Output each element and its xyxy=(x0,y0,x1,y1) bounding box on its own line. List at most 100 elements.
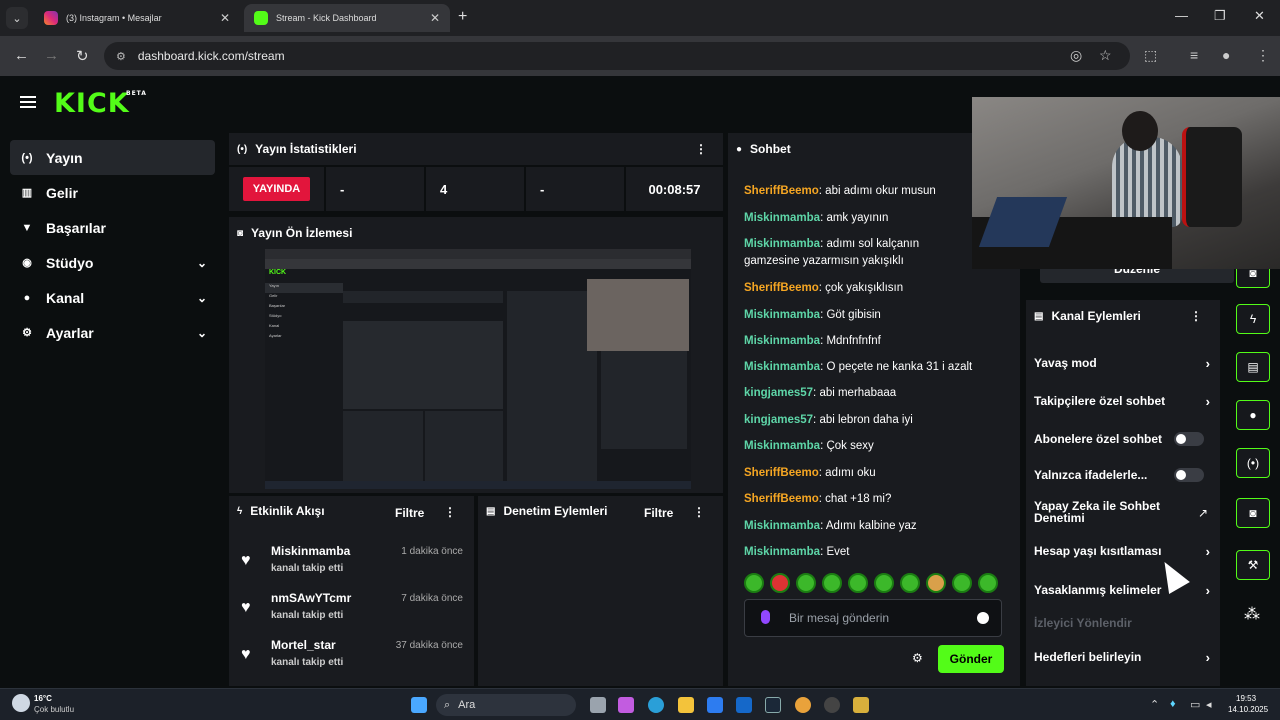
rail-button-3[interactable]: ▤ xyxy=(1236,352,1270,382)
chat-input[interactable]: Bir mesaj gönderin xyxy=(744,599,1002,637)
emote-icon[interactable] xyxy=(796,573,816,593)
more-options-icon[interactable]: ⋮ xyxy=(695,142,707,156)
forward-icon[interactable]: → xyxy=(44,47,59,64)
emote-icon[interactable] xyxy=(900,573,920,593)
emote-icon[interactable] xyxy=(848,573,868,593)
chat-username[interactable]: kingjames57 xyxy=(744,387,813,399)
outlook-icon[interactable] xyxy=(736,697,752,713)
chat-username[interactable]: SheriffBeemo xyxy=(744,493,819,505)
chrome-icon[interactable] xyxy=(795,697,811,713)
star-icon[interactable]: ☆ xyxy=(1099,47,1112,64)
volume-icon[interactable]: ◂ xyxy=(1206,698,1212,711)
chat-username[interactable]: SheriffBeemo xyxy=(744,185,819,197)
sidebar-item-basarilar[interactable]: ▼ Başarılar xyxy=(10,210,215,245)
taskbar-search[interactable]: ⌕ Ara xyxy=(436,694,576,716)
action-set-goals[interactable]: Hedefleri belirleyin › xyxy=(1034,650,1210,665)
emote-icon[interactable] xyxy=(822,573,842,593)
chat-username[interactable]: Miskinmamba xyxy=(744,238,820,250)
chat-username[interactable]: Miskinmamba xyxy=(744,361,820,373)
sidebar-item-kanal[interactable]: ● Kanal ⌄ xyxy=(10,280,215,315)
chat-username[interactable]: SheriffBeemo xyxy=(744,467,819,479)
event-user[interactable]: Miskinmamba xyxy=(271,544,350,558)
chat-username[interactable]: Miskinmamba xyxy=(744,546,820,558)
site-info-icon[interactable]: ⚙ xyxy=(116,50,126,63)
back-icon[interactable]: ← xyxy=(14,47,29,64)
url-field[interactable]: ⚙ dashboard.kick.com/stream xyxy=(104,42,1130,70)
emote-icon[interactable] xyxy=(770,573,790,593)
weather-desc[interactable]: Çok bulutlu xyxy=(34,705,74,714)
eye-off-icon[interactable]: ◎ xyxy=(1070,47,1082,64)
microphone-icon[interactable] xyxy=(761,610,770,624)
layout-icon[interactable]: ⁂ xyxy=(1244,604,1260,624)
sidebar-item-studyo[interactable]: ◉ Stüdyo ⌄ xyxy=(10,245,215,280)
sidebar-item-yayin[interactable]: (•) Yayın xyxy=(10,140,215,175)
chat-username[interactable]: Miskinmamba xyxy=(744,212,820,224)
external-link-icon[interactable]: ↗ xyxy=(1198,506,1208,520)
emote-icon[interactable] xyxy=(952,573,972,593)
close-icon[interactable]: ✕ xyxy=(220,11,230,25)
clock-time[interactable]: 19:53 xyxy=(1236,694,1256,703)
file-explorer-icon[interactable] xyxy=(678,697,694,713)
emote-icon[interactable] xyxy=(744,573,764,593)
window-close-icon[interactable]: ✕ xyxy=(1254,8,1265,24)
subscribers-only-toggle[interactable] xyxy=(1174,432,1204,446)
media-icon[interactable]: ≡ xyxy=(1190,47,1198,63)
steam-icon[interactable] xyxy=(765,697,781,713)
chat-username[interactable]: kingjames57 xyxy=(744,414,813,426)
sidebar-item-ayarlar[interactable]: ⚙ Ayarlar ⌄ xyxy=(10,315,215,350)
more-options-icon[interactable]: ⋮ xyxy=(1190,309,1202,323)
tab-instagram[interactable]: (3) Instagram • Mesajlar ✕ xyxy=(34,4,240,32)
sidebar-item-gelir[interactable]: ▥ Gelir xyxy=(10,175,215,210)
menu-icon[interactable]: ⋮ xyxy=(1256,47,1270,64)
emote-icon[interactable] xyxy=(874,573,894,593)
close-icon[interactable]: ✕ xyxy=(430,11,440,25)
emote-icon[interactable] xyxy=(978,573,998,593)
weather-temp[interactable]: 16°C xyxy=(34,694,52,703)
chevron-up-icon[interactable]: ⌃ xyxy=(1150,698,1159,711)
emotes-only-toggle[interactable] xyxy=(1174,468,1204,482)
copilot-icon[interactable] xyxy=(618,697,634,713)
chat-username[interactable]: Miskinmamba xyxy=(744,309,820,321)
rail-button-2[interactable]: ϟ xyxy=(1236,304,1270,334)
obs-icon[interactable] xyxy=(824,697,840,713)
rail-button-7[interactable]: ⚒ xyxy=(1236,550,1270,580)
windows-start-icon[interactable] xyxy=(411,697,427,713)
event-user[interactable]: Mortel_star xyxy=(271,638,336,652)
send-button[interactable]: Gönder xyxy=(938,645,1004,673)
rail-button-5[interactable]: (•) xyxy=(1236,448,1270,478)
rail-button-6[interactable]: ◙ xyxy=(1236,498,1270,528)
more-options-icon[interactable]: ⋮ xyxy=(693,505,705,519)
kick-logo[interactable]: KICK BETA xyxy=(54,88,146,119)
network-icon[interactable]: ▭ xyxy=(1190,698,1200,711)
activity-filter-button[interactable]: Filtre xyxy=(395,506,424,520)
action-slow-mode[interactable]: Yavaş mod › xyxy=(1034,356,1210,371)
emote-icon[interactable] xyxy=(926,573,946,593)
action-ai-moderation[interactable]: Yapay Zeka ile Sohbet Denetimi xyxy=(1034,500,1174,524)
hamburger-menu-icon[interactable] xyxy=(20,96,36,108)
minimize-icon[interactable]: — xyxy=(1175,8,1188,23)
emoji-icon[interactable] xyxy=(977,612,989,624)
app-icon[interactable] xyxy=(853,697,869,713)
reload-icon[interactable]: ↻ xyxy=(76,47,89,65)
action-followers-only[interactable]: Takipçilere özel sohbet › xyxy=(1034,394,1210,409)
store-icon[interactable] xyxy=(707,697,723,713)
tab-kick-dashboard[interactable]: Stream - Kick Dashboard ✕ xyxy=(244,4,450,32)
extensions-icon[interactable]: ⬚ xyxy=(1144,47,1157,64)
stream-preview-video[interactable]: KICK Yayın Gelir Başarılar Stüdyo Kanal … xyxy=(265,249,691,489)
task-view-icon[interactable] xyxy=(590,697,606,713)
clock-date[interactable]: 14.10.2025 xyxy=(1228,705,1268,714)
maximize-icon[interactable]: ❐ xyxy=(1214,8,1226,24)
chat-settings-gear-icon[interactable]: ⚙ xyxy=(912,651,923,665)
tab-list-chevron-icon[interactable]: ⌄ xyxy=(6,7,28,29)
action-account-age[interactable]: Hesap yaşı kısıtlaması › xyxy=(1034,544,1210,559)
new-tab-icon[interactable]: + xyxy=(458,8,467,26)
profile-avatar[interactable]: ● xyxy=(1222,47,1230,63)
rail-button-4[interactable]: ● xyxy=(1236,400,1270,430)
edge-icon[interactable] xyxy=(648,697,664,713)
chat-username[interactable]: Miskinmamba xyxy=(744,440,820,452)
chat-username[interactable]: Miskinmamba xyxy=(744,335,820,347)
microphone-icon[interactable]: ♦ xyxy=(1170,698,1176,710)
more-options-icon[interactable]: ⋮ xyxy=(444,505,456,519)
chat-username[interactable]: Miskinmamba xyxy=(744,520,820,532)
chat-username[interactable]: SheriffBeemo xyxy=(744,282,819,294)
